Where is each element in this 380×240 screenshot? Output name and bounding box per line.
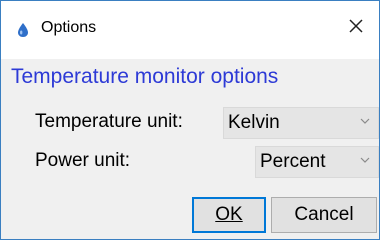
power-unit-select[interactable]: Percent xyxy=(255,146,379,178)
cancel-button-label: Cancel xyxy=(294,204,354,225)
temperature-unit-value: Kelvin xyxy=(228,112,280,133)
temperature-unit-label: Temperature unit: xyxy=(35,111,183,132)
temperature-unit-select[interactable]: Kelvin xyxy=(223,107,379,139)
chevron-down-icon xyxy=(360,118,370,124)
close-icon xyxy=(349,19,363,33)
ok-button[interactable]: OK xyxy=(192,197,266,233)
power-unit-value: Percent xyxy=(260,151,326,172)
app-icon xyxy=(15,22,31,38)
close-button[interactable] xyxy=(343,13,369,39)
window-title: Options xyxy=(41,19,97,36)
dialog-heading: Temperature monitor options xyxy=(11,65,279,88)
power-unit-label: Power unit: xyxy=(35,150,131,171)
options-dialog: Options Temperature monitor options Temp… xyxy=(0,0,380,240)
ok-button-label: OK xyxy=(215,204,243,225)
dialog-content: Temperature monitor options Temperature … xyxy=(1,59,379,239)
title-bar[interactable]: Options xyxy=(1,1,379,59)
cancel-button[interactable]: Cancel xyxy=(271,197,377,233)
chevron-down-icon xyxy=(360,157,370,163)
